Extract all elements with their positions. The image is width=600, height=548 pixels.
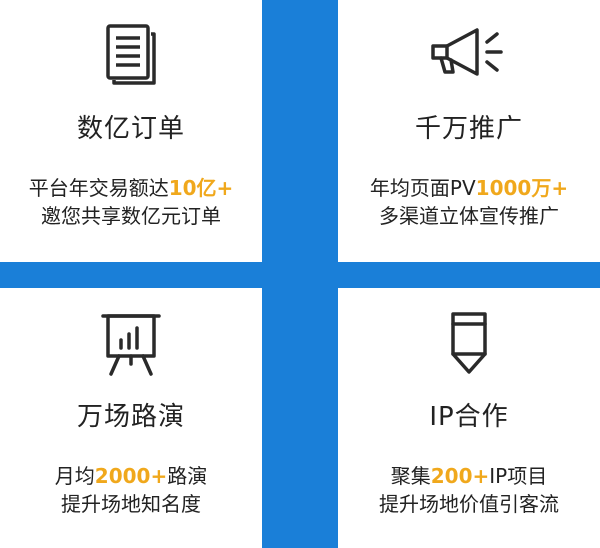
desc-line-2: 邀您共享数亿元订单	[41, 204, 221, 228]
desc-text: 月均	[54, 464, 95, 488]
card-description: 聚集200+IP项目 提升场地价值引客流	[338, 462, 600, 518]
desc-line-2: 提升场地知名度	[61, 492, 201, 516]
desc-line-1: 聚集200+IP项目	[338, 462, 600, 490]
desc-line-2: 多渠道立体宣传推广	[379, 204, 559, 228]
card-title: IP合作	[429, 402, 509, 432]
desc-line-1: 平台年交易额达10亿+	[0, 174, 262, 202]
pencil-icon	[338, 310, 600, 374]
desc-text: 年均页面PV	[369, 176, 476, 200]
desc-text: IP项目	[489, 464, 548, 488]
feature-card-ip: IP合作 聚集200+IP项目 提升场地价值引客流	[338, 288, 600, 548]
highlight-value: 1000万+	[475, 176, 569, 200]
highlight-value: 200+	[430, 464, 490, 488]
feature-card-orders: 数亿订单 平台年交易额达10亿+ 邀您共享数亿元订单	[0, 0, 262, 262]
desc-text: 聚集	[390, 464, 431, 488]
highlight-value: 10亿+	[168, 176, 234, 200]
desc-text: 路演	[167, 464, 208, 488]
desc-text: 平台年交易额达	[28, 176, 169, 200]
highlight-value: 2000+	[94, 464, 168, 488]
card-description: 月均2000+路演 提升场地知名度	[0, 462, 262, 518]
desc-line-1: 年均页面PV1000万+	[338, 174, 600, 202]
megaphone-icon	[338, 22, 600, 86]
desc-line-2: 提升场地价值引客流	[379, 492, 559, 516]
card-description: 年均页面PV1000万+ 多渠道立体宣传推广	[338, 174, 600, 230]
card-description: 平台年交易额达10亿+ 邀您共享数亿元订单	[0, 174, 262, 230]
document-icon	[0, 22, 262, 86]
presentation-board-icon	[0, 310, 262, 376]
feature-card-promotion: 千万推广 年均页面PV1000万+ 多渠道立体宣传推广	[338, 0, 600, 262]
feature-card-roadshow: 万场路演 月均2000+路演 提升场地知名度	[0, 288, 262, 548]
desc-line-1: 月均2000+路演	[0, 462, 262, 490]
card-title: 数亿订单	[76, 114, 185, 144]
card-title: 千万推广	[414, 114, 523, 144]
card-title: 万场路演	[76, 402, 185, 432]
